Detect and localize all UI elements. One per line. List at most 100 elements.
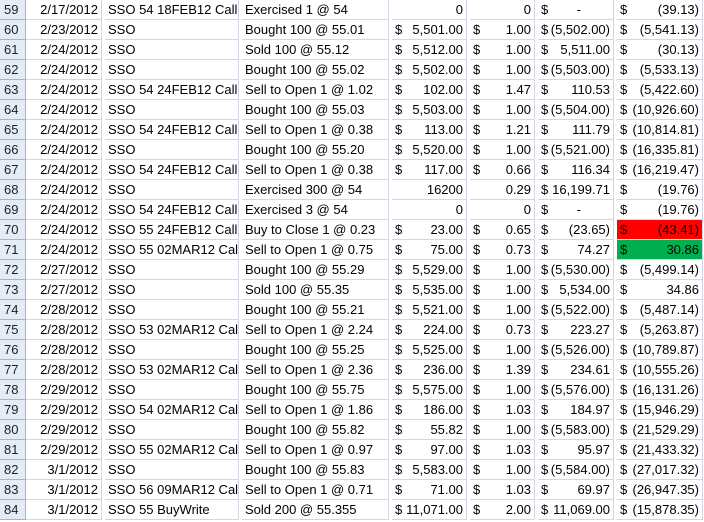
cell-amount[interactable]: $5,535.00	[392, 280, 467, 300]
cell-date[interactable]: 2/24/2012	[26, 80, 102, 100]
cell-symbol[interactable]: SSO 55 02MAR12 Call	[105, 440, 239, 460]
cell-symbol[interactable]: SSO 56 09MAR12 Call	[105, 480, 239, 500]
cell-running-total[interactable]: $ (26,947.35)	[617, 480, 703, 500]
cell-running-total[interactable]: $ (10,926.60)	[617, 100, 703, 120]
cell-running-total[interactable]: $ (30.13)	[617, 40, 703, 60]
cell-net[interactable]: $ (5,503.00)	[538, 60, 614, 80]
cell-net[interactable]: $16,199.71	[538, 180, 614, 200]
cell-fee[interactable]: $1.00	[470, 380, 535, 400]
cell-date[interactable]: 2/28/2012	[26, 360, 102, 380]
cell-net[interactable]: $234.61	[538, 360, 614, 380]
row-header[interactable]: 82	[0, 460, 26, 480]
cell-net[interactable]: $111.79	[538, 120, 614, 140]
cell-date[interactable]: 2/28/2012	[26, 340, 102, 360]
cell-symbol[interactable]: SSO	[105, 300, 239, 320]
cell-net[interactable]: $95.97	[538, 440, 614, 460]
row-header[interactable]: 68	[0, 180, 26, 200]
cell-running-total[interactable]: $30.86	[617, 240, 703, 260]
cell-action[interactable]: Sell to Open 1 @ 0.75	[242, 240, 389, 260]
cell-symbol[interactable]: SSO	[105, 420, 239, 440]
cell-amount[interactable]: $5,583.00	[392, 460, 467, 480]
row-header[interactable]: 71	[0, 240, 26, 260]
cell-amount[interactable]: $11,071.00	[392, 500, 467, 520]
cell-action[interactable]: Exercised 1 @ 54	[242, 0, 389, 20]
cell-fee[interactable]: $1.00	[470, 140, 535, 160]
cell-fee[interactable]: $0.66	[470, 160, 535, 180]
cell-action[interactable]: Bought 100 @ 55.83	[242, 460, 389, 480]
cell-date[interactable]: 2/24/2012	[26, 140, 102, 160]
row-header[interactable]: 61	[0, 40, 26, 60]
cell-action[interactable]: Sell to Open 1 @ 2.24	[242, 320, 389, 340]
cell-symbol[interactable]: SSO 55 02MAR12 Call	[105, 240, 239, 260]
cell-symbol[interactable]: SSO	[105, 180, 239, 200]
row-header[interactable]: 75	[0, 320, 26, 340]
cell-fee[interactable]: $1.00	[470, 60, 535, 80]
cell-net[interactable]: $ -	[538, 200, 614, 220]
cell-amount[interactable]: $75.00	[392, 240, 467, 260]
cell-symbol[interactable]: SSO	[105, 100, 239, 120]
cell-amount[interactable]: $117.00	[392, 160, 467, 180]
cell-fee[interactable]: $1.39	[470, 360, 535, 380]
cell-action[interactable]: Bought 100 @ 55.03	[242, 100, 389, 120]
cell-amount[interactable]: $236.00	[392, 360, 467, 380]
cell-fee[interactable]: $1.00	[470, 460, 535, 480]
cell-symbol[interactable]: SSO 53 02MAR12 Call	[105, 320, 239, 340]
cell-action[interactable]: Sold 100 @ 55.35	[242, 280, 389, 300]
cell-date[interactable]: 2/17/2012	[26, 0, 102, 20]
cell-amount[interactable]: $5,525.00	[392, 340, 467, 360]
cell-action[interactable]: Bought 100 @ 55.75	[242, 380, 389, 400]
cell-running-total[interactable]: $ (16,219.47)	[617, 160, 703, 180]
row-header[interactable]: 84	[0, 500, 26, 520]
cell-net[interactable]: $ (23.65)	[538, 220, 614, 240]
cell-running-total[interactable]: $ (21,433.32)	[617, 440, 703, 460]
cell-fee[interactable]: $1.03	[470, 440, 535, 460]
cell-fee[interactable]: $1.00	[470, 300, 535, 320]
cell-action[interactable]: Exercised 3 @ 54	[242, 200, 389, 220]
cell-running-total[interactable]: $ (5,263.87)	[617, 320, 703, 340]
cell-amount[interactable]: 0	[392, 0, 467, 20]
cell-net[interactable]: $ (5,521.00)	[538, 140, 614, 160]
cell-date[interactable]: 2/27/2012	[26, 260, 102, 280]
cell-fee[interactable]: $0.73	[470, 320, 535, 340]
cell-running-total[interactable]: $ (43.41)	[617, 220, 703, 240]
row-header[interactable]: 60	[0, 20, 26, 40]
cell-amount[interactable]: $5,503.00	[392, 100, 467, 120]
row-header[interactable]: 80	[0, 420, 26, 440]
cell-symbol[interactable]: SSO 54 24FEB12 Call	[105, 80, 239, 100]
cell-date[interactable]: 2/24/2012	[26, 180, 102, 200]
cell-symbol[interactable]: SSO 53 02MAR12 Call	[105, 360, 239, 380]
cell-net[interactable]: $ (5,526.00)	[538, 340, 614, 360]
cell-date[interactable]: 2/24/2012	[26, 100, 102, 120]
cell-action[interactable]: Exercised 300 @ 54	[242, 180, 389, 200]
cell-net[interactable]: $ -	[538, 0, 614, 20]
cell-action[interactable]: Sell to Open 1 @ 1.86	[242, 400, 389, 420]
cell-net[interactable]: $ (5,522.00)	[538, 300, 614, 320]
cell-running-total[interactable]: $ (5,499.14)	[617, 260, 703, 280]
cell-date[interactable]: 2/28/2012	[26, 320, 102, 340]
cell-date[interactable]: 2/24/2012	[26, 240, 102, 260]
row-header[interactable]: 70	[0, 220, 26, 240]
cell-net[interactable]: $69.97	[538, 480, 614, 500]
cell-amount[interactable]: $23.00	[392, 220, 467, 240]
cell-action[interactable]: Bought 100 @ 55.82	[242, 420, 389, 440]
cell-net[interactable]: $11,069.00	[538, 500, 614, 520]
cell-amount[interactable]: 0	[392, 200, 467, 220]
row-header[interactable]: 73	[0, 280, 26, 300]
cell-fee[interactable]: $1.03	[470, 400, 535, 420]
cell-fee[interactable]: $1.00	[470, 280, 535, 300]
cell-running-total[interactable]: $ (5,533.13)	[617, 60, 703, 80]
cell-date[interactable]: 2/24/2012	[26, 220, 102, 240]
row-header[interactable]: 78	[0, 380, 26, 400]
row-header[interactable]: 64	[0, 100, 26, 120]
cell-date[interactable]: 2/24/2012	[26, 120, 102, 140]
cell-running-total[interactable]: $ (10,814.81)	[617, 120, 703, 140]
cell-symbol[interactable]: SSO	[105, 60, 239, 80]
cell-amount[interactable]: $5,521.00	[392, 300, 467, 320]
cell-symbol[interactable]: SSO	[105, 260, 239, 280]
row-header[interactable]: 65	[0, 120, 26, 140]
cell-action[interactable]: Sell to Open 1 @ 0.38	[242, 160, 389, 180]
cell-symbol[interactable]: SSO 54 18FEB12 Call	[105, 0, 239, 20]
cell-running-total[interactable]: $ (5,541.13)	[617, 20, 703, 40]
cell-fee[interactable]: $0.65	[470, 220, 535, 240]
cell-date[interactable]: 2/29/2012	[26, 400, 102, 420]
